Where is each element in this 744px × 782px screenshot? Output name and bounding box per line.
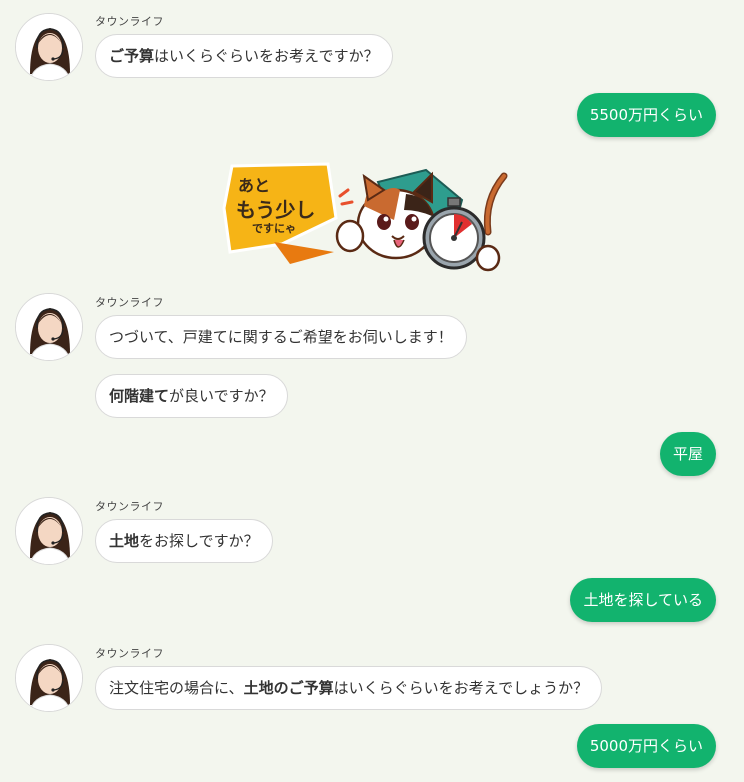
operator-avatar-icon <box>16 498 82 564</box>
cat-sticker: あと もう少し ですにゃ <box>218 160 518 280</box>
operator-message: 何階建てが良いですか？ <box>95 374 288 418</box>
operator-avatar <box>15 13 83 81</box>
sticker-text-line2: もう少し <box>236 198 316 222</box>
sticker-text-line1: あと <box>238 176 271 195</box>
user-reply: 土地を探している <box>570 578 716 622</box>
chat-thread: タウンライフ ご予算はいくらぐらいをお考えですか？ 5500万円くらい あと も… <box>0 0 744 782</box>
operator-avatar-icon <box>16 14 82 80</box>
sender-name: タウンライフ <box>95 15 164 28</box>
user-reply: 5500万円くらい <box>576 93 716 137</box>
operator-avatar-icon <box>16 294 82 360</box>
operator-message: ご予算はいくらぐらいをお考えですか？ <box>95 34 393 78</box>
operator-message: つづいて、戸建てに関するご希望をお伺いします！ <box>95 315 467 359</box>
user-reply: 平屋 <box>659 432 716 476</box>
user-reply: 5000万円くらい <box>576 724 716 768</box>
operator-avatar <box>15 644 83 712</box>
operator-avatar <box>15 293 83 361</box>
operator-message: 土地をお探しですか？ <box>95 519 273 563</box>
operator-message: 注文住宅の場合に、土地のご予算はいくらぐらいをお考えでしょうか？ <box>95 666 603 710</box>
sender-name: タウンライフ <box>95 296 164 309</box>
operator-avatar <box>15 497 83 565</box>
operator-avatar-icon <box>16 645 82 711</box>
sender-name: タウンライフ <box>95 500 164 513</box>
sender-name: タウンライフ <box>95 647 164 660</box>
sticker-text-line3: ですにゃ <box>252 222 296 235</box>
